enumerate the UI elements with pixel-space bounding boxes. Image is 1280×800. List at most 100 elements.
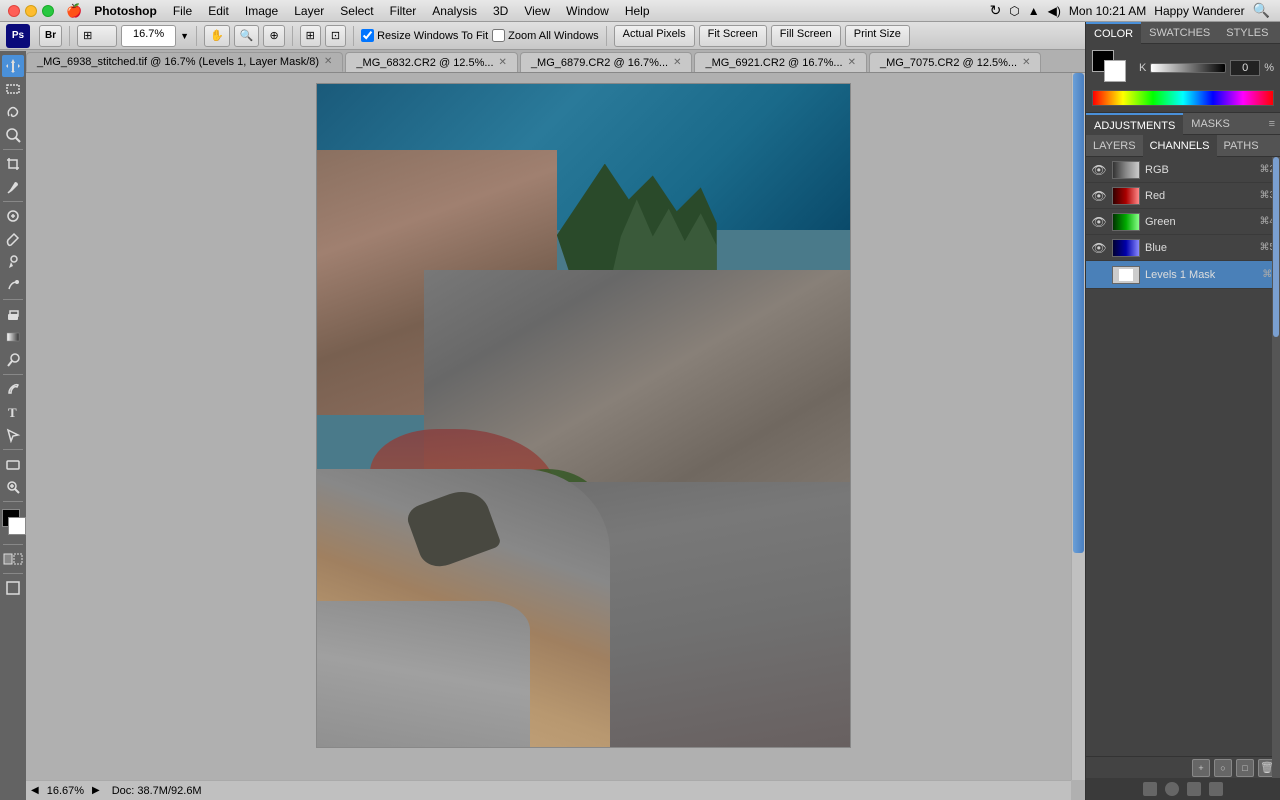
grid2-btn[interactable]: ⊡ <box>325 25 346 47</box>
zoom-dropdown-arrow[interactable]: ▼ <box>180 31 189 41</box>
vertical-scroll-thumb[interactable] <box>1073 73 1084 553</box>
dodge-tool[interactable] <box>2 349 24 371</box>
bridge-button[interactable]: Br <box>39 25 62 47</box>
gradient-tool[interactable] <box>2 326 24 348</box>
print-size-btn[interactable]: Print Size <box>845 25 910 47</box>
screen-mode-tool[interactable] <box>2 577 24 599</box>
channel-row-red[interactable]: 👁 Red ⌘3 <box>1086 183 1280 209</box>
target-tool-btn[interactable]: ⊕ <box>263 25 284 47</box>
sys-icon-2[interactable] <box>1165 782 1179 796</box>
zoom-tool[interactable] <box>2 476 24 498</box>
load-channel-btn[interactable]: ○ <box>1214 759 1232 777</box>
select-menu[interactable]: Select <box>332 0 381 22</box>
mask-eye-icon[interactable] <box>1091 267 1107 283</box>
quick-select-tool[interactable] <box>2 124 24 146</box>
resize-windows-checkbox-label[interactable]: Resize Windows To Fit <box>361 29 488 42</box>
red-eye-icon[interactable]: 👁 <box>1091 188 1107 204</box>
sys-icon-4[interactable] <box>1209 782 1223 796</box>
adjustments-tab[interactable]: ADJUSTMENTS <box>1086 113 1183 135</box>
zoom-tool-btn[interactable]: 🔍 <box>234 25 260 47</box>
zoom-all-checkbox[interactable] <box>492 29 505 42</box>
fit-screen-btn[interactable]: Fit Screen <box>699 25 767 47</box>
background-color-swatch[interactable] <box>8 517 26 535</box>
color-spectrum[interactable] <box>1092 90 1274 106</box>
channel-row-rgb[interactable]: 👁 RGB ⌘2 <box>1086 157 1280 183</box>
tab-2-close[interactable]: ✕ <box>673 53 681 73</box>
layers-tab[interactable]: LAYERS <box>1086 135 1143 157</box>
tab-0-close[interactable]: ✕ <box>324 52 332 72</box>
swatches-tab[interactable]: SWATCHES <box>1141 22 1218 44</box>
apple-menu[interactable]: 🍎 <box>62 0 86 22</box>
tab-4-close[interactable]: ✕ <box>1022 53 1030 73</box>
tab-0[interactable]: _MG_6938_stitched.tif @ 16.7% (Levels 1,… <box>26 52 343 72</box>
tab-3[interactable]: _MG_6921.CR2 @ 16.7%... ✕ <box>694 52 867 72</box>
color-panel-expander[interactable]: ≡ <box>1276 22 1280 43</box>
history-brush-tool[interactable] <box>2 274 24 296</box>
3d-menu[interactable]: 3D <box>485 0 516 22</box>
eraser-tool[interactable] <box>2 303 24 325</box>
crop-tool[interactable] <box>2 153 24 175</box>
mask-row-levels1[interactable]: Levels 1 Mask ⌘\ <box>1086 261 1280 289</box>
view-menu[interactable]: View <box>516 0 558 22</box>
tab-1-close[interactable]: ✕ <box>499 53 507 73</box>
blue-eye-icon[interactable]: 👁 <box>1091 240 1107 256</box>
sys-icon-1[interactable] <box>1143 782 1157 796</box>
bg-swatch[interactable] <box>1104 60 1126 82</box>
sys-icon-3[interactable] <box>1187 782 1201 796</box>
rgb-eye-icon[interactable]: 👁 <box>1091 162 1107 178</box>
green-eye-icon[interactable]: 👁 <box>1091 214 1107 230</box>
k-slider[interactable] <box>1150 63 1226 73</box>
window-menu[interactable]: Window <box>558 0 617 22</box>
text-tool[interactable]: T <box>2 401 24 423</box>
tab-3-close[interactable]: ✕ <box>848 53 856 73</box>
tab-2[interactable]: _MG_6879.CR2 @ 16.7%... ✕ <box>520 52 693 72</box>
zoom-level-display[interactable]: 16.7% <box>121 25 176 47</box>
shape-tool[interactable] <box>2 453 24 475</box>
maximize-button[interactable] <box>42 5 54 17</box>
status-prev-btn[interactable]: ◀ <box>31 785 39 796</box>
channels-scroll-thumb[interactable] <box>1273 157 1279 337</box>
quick-mask-tool[interactable] <box>2 548 24 570</box>
filter-menu[interactable]: Filter <box>382 0 425 22</box>
fill-screen-btn[interactable]: Fill Screen <box>771 25 841 47</box>
analysis-menu[interactable]: Analysis <box>424 0 485 22</box>
file-menu[interactable]: File <box>165 0 200 22</box>
eyedropper-tool[interactable] <box>2 176 24 198</box>
stamp-tool[interactable] <box>2 251 24 273</box>
app-name-menu[interactable]: Photoshop <box>86 0 165 22</box>
paths-tab[interactable]: PATHS <box>1217 135 1266 157</box>
lasso-tool[interactable] <box>2 101 24 123</box>
zoom-all-checkbox-label[interactable]: Zoom All Windows <box>492 29 598 42</box>
tab-4[interactable]: _MG_7075.CR2 @ 12.5%... ✕ <box>869 52 1042 72</box>
k-value-input[interactable] <box>1230 60 1260 76</box>
color-tab[interactable]: COLOR <box>1086 22 1141 44</box>
channel-row-blue[interactable]: 👁 Blue ⌘5 <box>1086 235 1280 261</box>
styles-tab[interactable]: STYLES <box>1218 22 1276 44</box>
hand-tool-btn[interactable]: ✋ <box>204 25 230 47</box>
new-channel-btn[interactable]: + <box>1192 759 1210 777</box>
path-select-tool[interactable] <box>2 424 24 446</box>
minimize-button[interactable] <box>25 5 37 17</box>
pen-tool[interactable] <box>2 378 24 400</box>
layer-menu[interactable]: Layer <box>286 0 332 22</box>
resize-windows-checkbox[interactable] <box>361 29 374 42</box>
help-menu[interactable]: Help <box>617 0 658 22</box>
marquee-tool[interactable] <box>2 78 24 100</box>
move-tool[interactable] <box>2 55 24 77</box>
close-button[interactable] <box>8 5 20 17</box>
channels-scrollbar[interactable] <box>1272 157 1280 778</box>
actual-pixels-btn[interactable]: Actual Pixels <box>614 25 695 47</box>
adjustments-expander[interactable]: ≡ <box>1264 113 1280 134</box>
search-icon[interactable]: 🔍 <box>1253 2 1270 19</box>
spot-heal-tool[interactable] <box>2 205 24 227</box>
tab-1[interactable]: _MG_6832.CR2 @ 12.5%... ✕ <box>345 52 518 72</box>
brush-tool[interactable] <box>2 228 24 250</box>
masks-tab[interactable]: MASKS <box>1183 113 1238 135</box>
edit-menu[interactable]: Edit <box>200 0 237 22</box>
channel-row-green[interactable]: 👁 Green ⌘4 <box>1086 209 1280 235</box>
channels-tab[interactable]: CHANNELS <box>1143 135 1217 157</box>
grid-btn[interactable]: ⊞ <box>300 25 321 47</box>
options-mode-dropdown[interactable]: ⊞ <box>77 25 117 47</box>
status-next-btn[interactable]: ▶ <box>92 785 100 796</box>
save-channel-btn[interactable]: □ <box>1236 759 1254 777</box>
